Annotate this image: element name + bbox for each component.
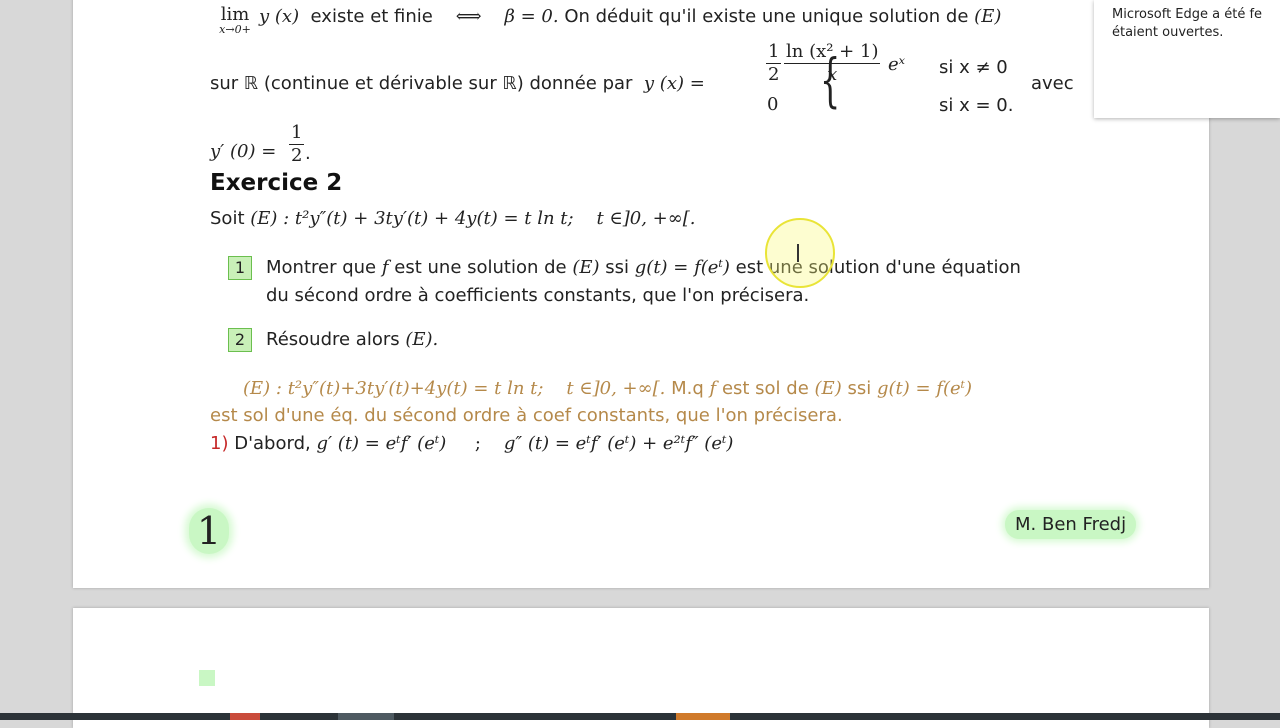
statement-domain: t ∈]0, +∞[.	[596, 208, 696, 229]
solution-yx: y (x) =	[643, 73, 705, 94]
yprime-num: 1	[289, 122, 305, 145]
yprime-fraction: 1 2	[289, 122, 305, 167]
q1-g: g(t) = f(eᵗ)	[634, 257, 730, 278]
ln-num: ln (x² + 1)	[784, 41, 881, 64]
avec-word: avec	[1031, 73, 1074, 94]
limit-text-2: On déduit qu'il existe une unique soluti…	[564, 6, 969, 27]
recap-est-sol: est sol de	[721, 378, 809, 399]
half-num: 1	[766, 41, 782, 64]
step-1-number: 1)	[210, 433, 229, 454]
yprime-dot: .	[305, 143, 311, 164]
limit-text-1: existe et finie	[310, 6, 433, 27]
ln-fraction: ln (x² + 1) x	[784, 41, 881, 86]
author-badge: M. Ben Fredj	[1005, 510, 1137, 539]
taskbar	[0, 713, 1280, 720]
case2-condition: si x = 0.	[939, 95, 1014, 116]
exercise-statement: Soit (E) : t²y″(t) + 3ty′(t) + 4y(t) = t…	[210, 208, 696, 230]
taskbar-app-orange[interactable]	[676, 713, 730, 720]
q1-text-b: est une solution de	[394, 257, 567, 278]
taskbar-app-active[interactable]	[338, 713, 394, 720]
document-page-1: lim x→0+ y (x) existe et finie ⟺ β = 0. …	[73, 0, 1209, 588]
case1-condition: si x ≠ 0	[939, 57, 1008, 78]
limit-expr: y (x)	[259, 6, 300, 27]
question-1-line-2: du sécond ordre à coefficients constants…	[266, 285, 810, 306]
half-den: 2	[768, 64, 780, 85]
solution-intro: sur ℝ (continue et dérivable sur ℝ) donn…	[210, 73, 705, 95]
exp-term: eˣ	[888, 54, 906, 75]
ln-den: x	[827, 64, 838, 85]
recap-g: g(t) = f(eᵗ)	[876, 378, 973, 399]
iff-symbol: ⟺	[455, 6, 482, 27]
step-1-gprime: g′ (t) = eᵗf′ (eᵗ)	[316, 433, 447, 454]
taskbar-app-red[interactable]	[230, 713, 260, 720]
recap-line-2: est sol d'une éq. du sécond ordre à coef…	[210, 405, 843, 426]
notification-line-2: étaient ouvertes.	[1112, 25, 1224, 40]
q1-f: f	[381, 257, 389, 278]
step-1-gsecond: g″ (t) = eᵗf′ (eᵗ) + e²ᵗf″ (eᵗ)	[503, 433, 734, 454]
statement-soit: Soit	[210, 208, 245, 229]
recap-equation: (E) : t²y″(t)+3ty′(t)+4y(t) = t ln t;	[243, 378, 544, 399]
q2-text: Résoudre alors	[266, 329, 400, 350]
q1-ssi: ssi	[605, 257, 630, 278]
recap-E: (E)	[814, 378, 842, 399]
q2-E: (E).	[405, 329, 439, 350]
notification-line-1: Microsoft Edge a été fe	[1112, 7, 1263, 22]
question-2-number: 2	[228, 328, 252, 352]
half-fraction: 1 2	[766, 41, 782, 86]
document-page-2	[73, 608, 1209, 728]
step-1-text: D'abord,	[234, 433, 311, 454]
solution-text: sur ℝ (continue et dérivable sur ℝ) donn…	[210, 73, 633, 94]
cursor-highlight	[765, 218, 835, 288]
yprime-den: 2	[291, 145, 303, 166]
question-1-number: 1	[228, 256, 252, 280]
lim-word: lim	[220, 4, 250, 25]
yprime-lhs: y′ (0) =	[210, 141, 277, 162]
question-1-line-1: Montrer que f est une solution de (E) ss…	[266, 257, 1021, 279]
q1-E: (E)	[572, 257, 600, 278]
question-2-text: Résoudre alors (E).	[266, 329, 438, 351]
text-cursor-icon	[797, 244, 799, 262]
green-marker	[199, 670, 215, 686]
page-number: 1	[189, 508, 229, 554]
exercise-title: Exercice 2	[210, 170, 343, 196]
case2-value: 0	[767, 94, 779, 115]
recap-ssi: ssi	[847, 378, 872, 399]
statement-equation: (E) : t²y″(t) + 3ty′(t) + 4y(t) = t ln t…	[250, 208, 574, 229]
limit-eq-ref: (E)	[974, 6, 1002, 27]
limit-symbol: lim x→0+	[210, 4, 260, 36]
recap-line-1: (E) : t²y″(t)+3ty′(t)+4y(t) = t ln t; t …	[243, 378, 972, 400]
limit-line: y (x) existe et finie ⟺ β = 0. On déduit…	[259, 6, 1001, 28]
step-1-line: 1) D'abord, g′ (t) = eᵗf′ (eᵗ) ; g″ (t) …	[210, 433, 733, 455]
edge-notification[interactable]: Microsoft Edge a été fe étaient ouvertes…	[1094, 0, 1280, 118]
recap-mq: M.q	[671, 378, 704, 399]
beta-condition: β = 0.	[504, 6, 559, 27]
step-1-separator: ;	[474, 433, 481, 454]
recap-f: f	[709, 378, 717, 399]
q1-text-a: Montrer que	[266, 257, 377, 278]
lim-subscript: x→0+	[219, 23, 251, 36]
recap-domain: t ∈]0, +∞[.	[566, 378, 666, 399]
